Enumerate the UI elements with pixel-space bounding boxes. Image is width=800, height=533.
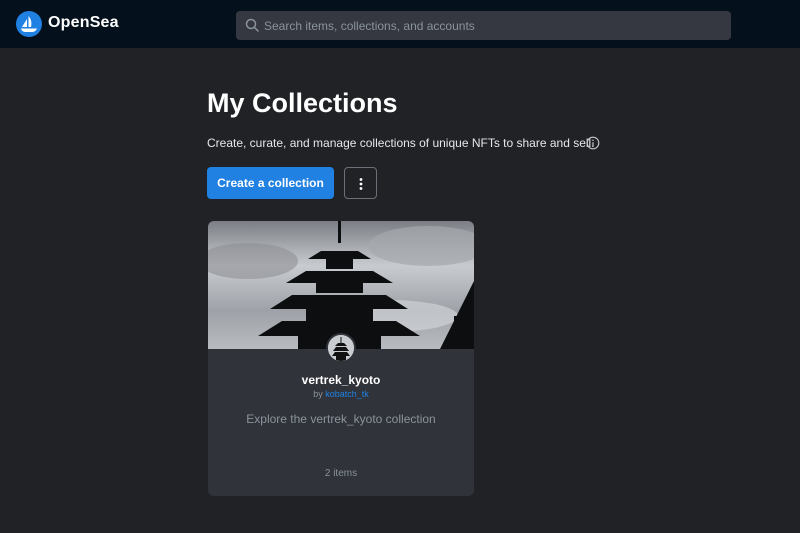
collection-item-count: 2 items xyxy=(324,468,358,479)
collection-owner-line: by kobatch_tk xyxy=(208,389,474,399)
collection-banner-image xyxy=(208,221,474,349)
brand-name[interactable]: OpenSea xyxy=(48,14,119,32)
top-bar: OpenSea xyxy=(0,0,800,48)
collection-avatar xyxy=(326,333,356,363)
more-vertical-icon xyxy=(359,178,363,190)
search-bar[interactable] xyxy=(236,11,731,40)
page-subtitle: Create, curate, and manage collections o… xyxy=(207,136,595,150)
create-collection-button[interactable]: Create a collection xyxy=(207,167,334,199)
search-input[interactable] xyxy=(264,11,724,40)
search-icon xyxy=(245,18,259,32)
owner-link[interactable]: kobatch_tk xyxy=(325,389,369,399)
opensea-logo-icon[interactable] xyxy=(16,11,42,37)
more-options-button[interactable] xyxy=(344,167,377,199)
collection-card[interactable]: vertrek_kyoto by kobatch_tk Explore the … xyxy=(208,221,474,496)
collection-description: Explore the vertrek_kyoto collection xyxy=(246,412,436,426)
collection-name[interactable]: vertrek_kyoto xyxy=(208,373,474,387)
by-prefix: by xyxy=(313,389,326,399)
info-icon[interactable] xyxy=(586,136,600,150)
page-title: My Collections xyxy=(207,88,398,118)
